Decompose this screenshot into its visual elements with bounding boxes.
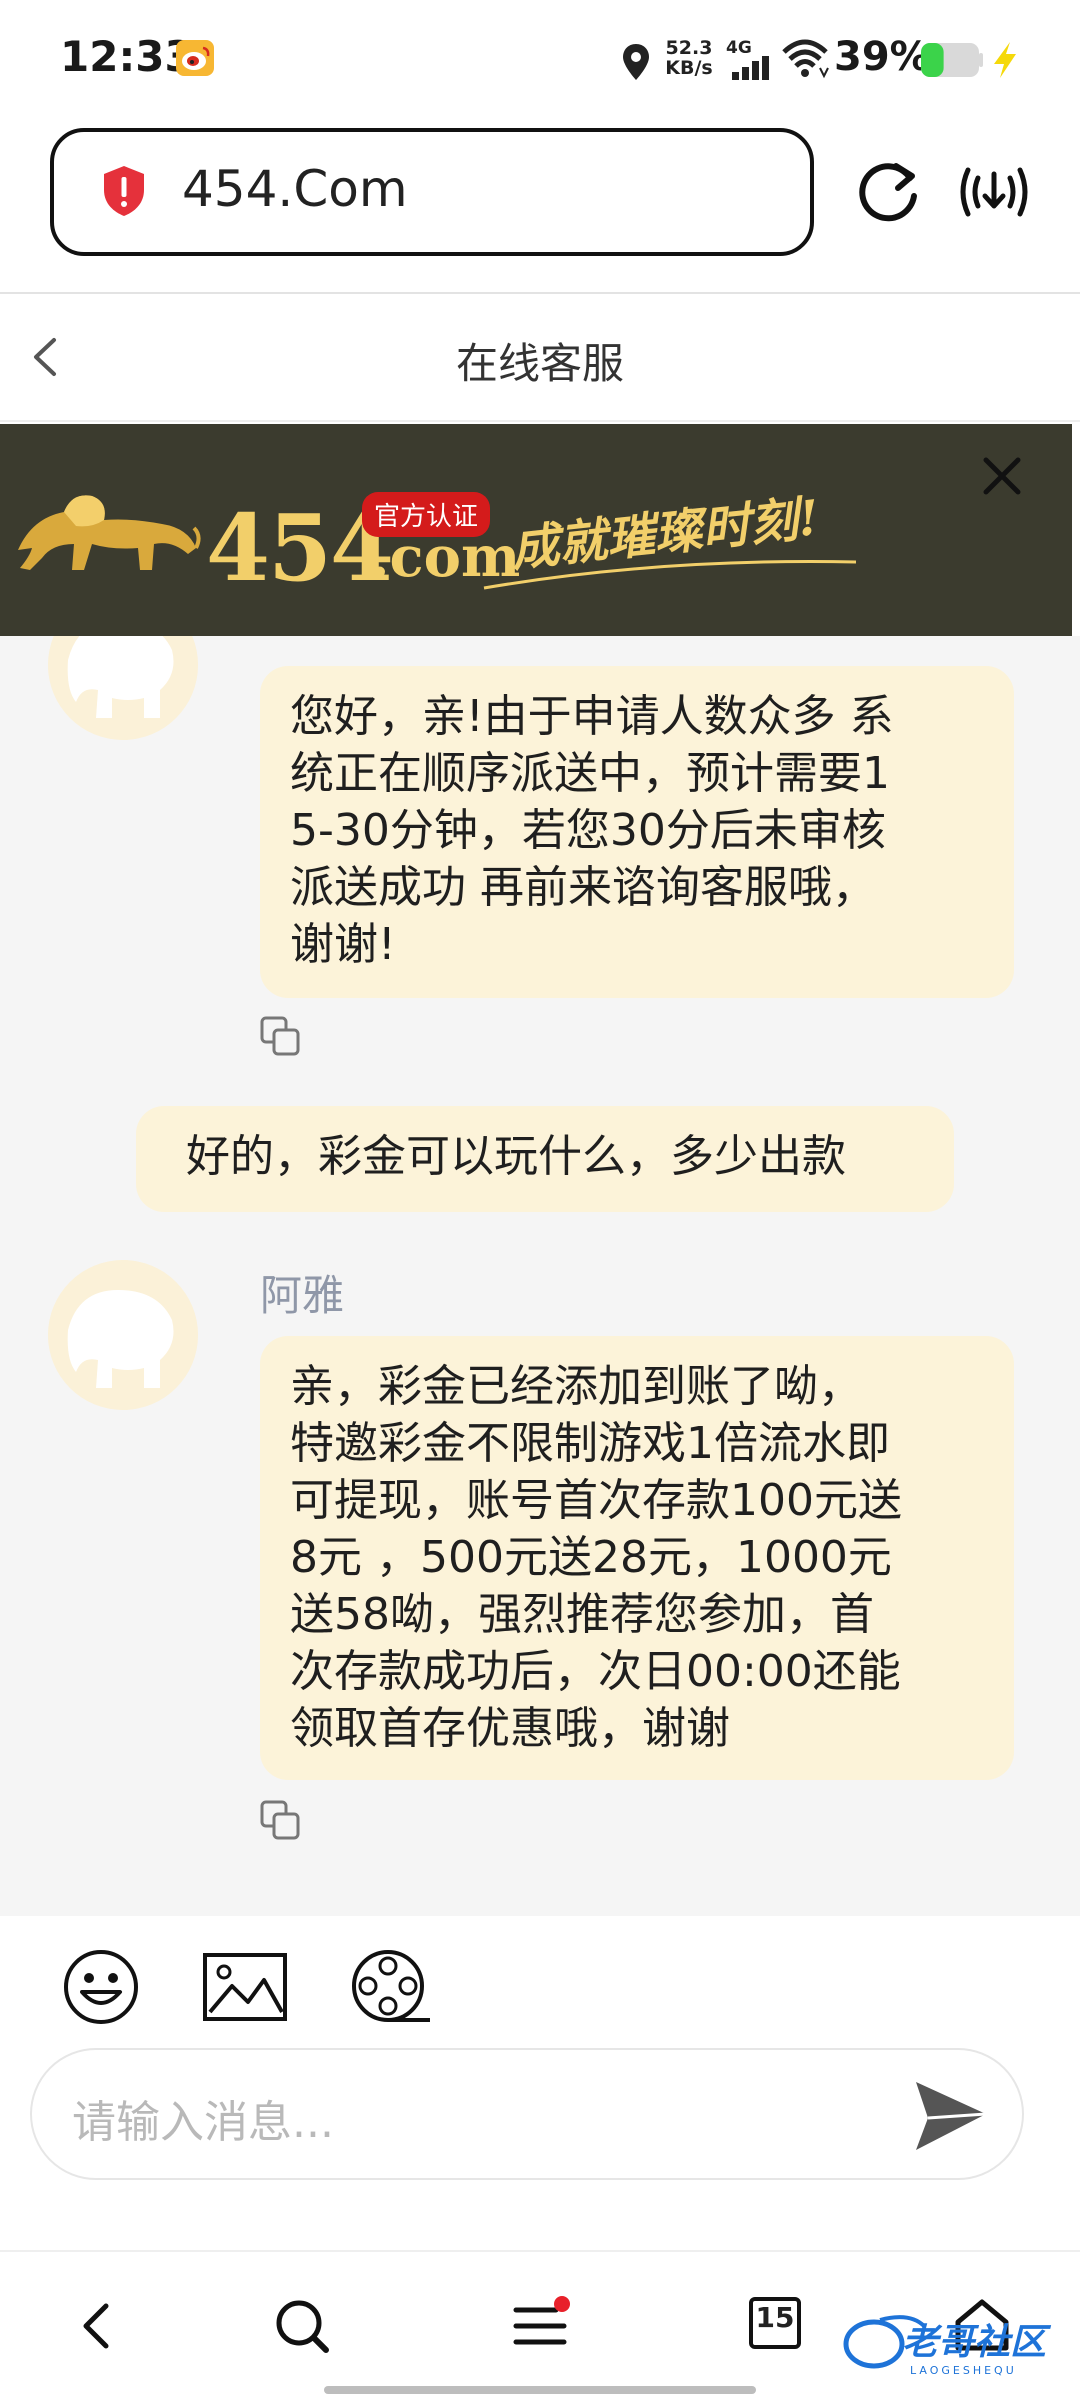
message-line: 您好，亲!由于申请人数众多 系	[290, 691, 894, 742]
watermark-subtext: LAOGESHEQU	[910, 2364, 1017, 2377]
url-text[interactable]: 454.Com	[182, 160, 408, 218]
message-line: 8元 ，500元送28元，1000元	[290, 1532, 892, 1583]
message-bubble-agent[interactable]: 亲，彩金已经添加到账了呦， 特邀彩金不限制游戏1倍流水即 可提现，账号首次存款1…	[260, 1336, 1014, 1780]
status-bar: 12:33 52.3 KB/s 4G 39%	[0, 0, 1080, 120]
message-line: 次存款成功后，次日00:00还能	[290, 1646, 901, 1697]
agent-name: 阿雅	[260, 1271, 345, 1320]
divider	[0, 420, 1080, 422]
battery-percent: 39%	[834, 34, 930, 80]
elephant-logo-icon	[48, 1260, 198, 1410]
download-icon[interactable]	[956, 160, 1032, 224]
home-indicator[interactable]	[324, 2386, 756, 2394]
network-speed-value: 52.3	[665, 37, 713, 59]
copy-icon[interactable]	[258, 1798, 304, 1844]
wifi-icon	[782, 39, 829, 79]
weibo-icon	[176, 40, 214, 76]
message-line: 5-30分钟，若您30分后未审核	[290, 805, 886, 856]
message-bubble-agent[interactable]: 您好，亲!由于申请人数众多 系 统正在顺序派送中，预计需要1 5-30分钟，若您…	[260, 666, 1014, 998]
chat-header: 在线客服	[0, 294, 1080, 420]
shield-icon[interactable]	[100, 164, 148, 218]
message-placeholder[interactable]: 请输入消息...	[72, 2086, 334, 2150]
charging-icon	[994, 42, 1016, 78]
network-type: 4G	[726, 38, 752, 58]
message-bubble-user[interactable]: 好的，彩金可以玩什么，多少出款	[136, 1106, 954, 1212]
reload-icon[interactable]	[852, 156, 924, 228]
message-line: 亲，彩金已经添加到账了呦，	[290, 1361, 862, 1412]
tabs-count[interactable]: 15	[748, 2301, 802, 2334]
battery-icon	[921, 43, 983, 77]
search-icon[interactable]	[272, 2296, 332, 2356]
image-icon[interactable]	[202, 1952, 288, 2022]
swoosh-decoration	[483, 560, 857, 590]
send-icon[interactable]	[912, 2078, 990, 2154]
message-line: 好的，彩金可以玩什么，多少出款	[186, 1131, 846, 1182]
page-title: 在线客服	[455, 339, 624, 388]
watermark-text: 老哥社区	[902, 2322, 1052, 2363]
network-speed: 52.3 KB/s	[664, 38, 714, 78]
video-icon[interactable]	[350, 1948, 432, 2028]
address-bar[interactable]: 454.Com	[50, 128, 814, 256]
agent-avatar[interactable]	[48, 1260, 198, 1410]
watermark-logo: 老哥社区 LAOGESHEQU	[843, 2315, 1052, 2377]
message-line: 特邀彩金不限制游戏1倍流水即	[290, 1418, 890, 1469]
location-icon	[623, 44, 649, 80]
message-line: 派送成功 再前来谘询客服哦，	[290, 862, 876, 913]
message-line: 送58呦，强烈推荐您参加，首	[290, 1589, 874, 1640]
copy-icon[interactable]	[258, 1014, 304, 1060]
message-line: 谢谢!	[290, 919, 396, 970]
close-icon[interactable]	[978, 452, 1026, 500]
message-line: 领取首存优惠哦，谢谢	[290, 1703, 730, 1754]
emoji-icon[interactable]	[62, 1948, 140, 2026]
bottom-navigation: 15 老哥社区 LAOGESHEQU	[0, 2250, 1080, 2400]
lion-logo-icon	[18, 495, 201, 570]
promo-banner[interactable]: 454 .com 官方认证 成就璀璨时刻!	[0, 424, 1072, 636]
network-speed-unit: KB/s	[665, 57, 713, 79]
back-icon[interactable]	[76, 2296, 116, 2356]
status-time: 12:33	[60, 32, 194, 81]
official-badge: 官方认证	[362, 492, 491, 537]
message-line: 统正在顺序派送中，预计需要1	[290, 748, 890, 799]
menu-icon[interactable]	[510, 2296, 570, 2352]
signal-icon	[732, 56, 769, 80]
message-line: 可提现，账号首次存款100元送	[290, 1475, 902, 1526]
message-input[interactable]: 请输入消息...	[30, 2048, 1024, 2180]
